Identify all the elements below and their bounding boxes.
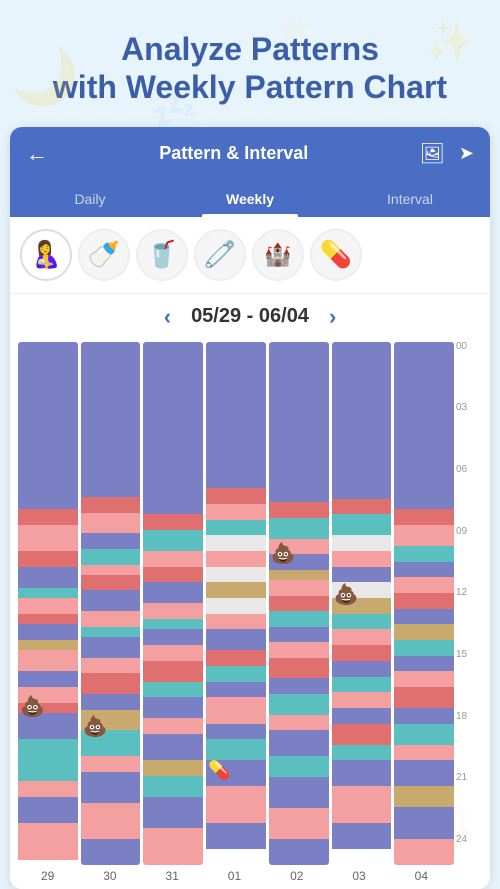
prev-date-button[interactable]: ‹ [164, 304, 171, 330]
day-labels-row: 29 30 31 01 02 03 04 [10, 865, 490, 889]
chart-col-31 [143, 342, 203, 865]
time-00: 00 [454, 342, 482, 352]
time-24: 24 [454, 835, 482, 845]
time-18: 18 [454, 712, 482, 722]
share-icon[interactable]: ➤ [459, 143, 474, 164]
time-09: 09 [454, 527, 482, 537]
app-header: ← Pattern & Interval 🖼 ➤ [10, 127, 490, 181]
category-breastfeed[interactable]: 🤱 [20, 229, 72, 281]
day-label-01: 01 [205, 869, 264, 883]
category-solid[interactable]: 🥤 [136, 229, 188, 281]
category-bottle[interactable]: 🍼 [78, 229, 130, 281]
category-sleep[interactable]: 🏰 [252, 229, 304, 281]
chart-container: 💩 [10, 338, 490, 865]
hero-section: Analyze Patternswith Weekly Pattern Char… [0, 0, 500, 127]
chart-col-02: 💩 [269, 342, 329, 865]
time-21: 21 [454, 773, 482, 783]
chart-col-30: 💩 [81, 342, 141, 865]
chart-col-29: 💩 [18, 342, 78, 865]
date-navigation: ‹ 05/29 - 06/04 › [10, 294, 490, 338]
time-03: 03 [454, 403, 482, 413]
tab-daily[interactable]: Daily [10, 181, 170, 217]
time-labels: 00 03 06 09 12 15 18 21 24 [454, 342, 482, 865]
header-title: Pattern & Interval [159, 143, 308, 164]
chart-columns: 💩 [18, 342, 454, 865]
next-date-button[interactable]: › [329, 304, 336, 330]
image-icon[interactable]: 🖼 [420, 141, 445, 166]
tab-weekly[interactable]: Weekly [170, 181, 330, 217]
chart-col-01: 💊 [206, 342, 266, 865]
day-label-03: 03 [329, 869, 388, 883]
hero-title: Analyze Patternswith Weekly Pattern Char… [20, 30, 480, 107]
tab-bar: Daily Weekly Interval [10, 181, 490, 217]
day-label-04: 04 [392, 869, 451, 883]
time-06: 06 [454, 465, 482, 475]
tab-interval[interactable]: Interval [330, 181, 490, 217]
day-label-29: 29 [18, 869, 77, 883]
time-12: 12 [454, 588, 482, 598]
category-icon-row: 🤱 🍼 🥤 🧷 🏰 💊 [10, 217, 490, 294]
category-diaper[interactable]: 🧷 [194, 229, 246, 281]
chart-col-04 [394, 342, 454, 865]
chart-col-03: 💩 [332, 342, 392, 865]
date-range-display: 05/29 - 06/04 [191, 305, 309, 328]
day-label-31: 31 [143, 869, 202, 883]
back-button[interactable]: ← [26, 141, 48, 167]
chart-area: 💩 [10, 338, 490, 889]
day-label-02: 02 [267, 869, 326, 883]
app-card: ← Pattern & Interval 🖼 ➤ Daily Weekly In… [10, 127, 490, 889]
time-15: 15 [454, 650, 482, 660]
category-medicine[interactable]: 💊 [310, 229, 362, 281]
header-icons: 🖼 ➤ [420, 141, 474, 166]
day-label-30: 30 [80, 869, 139, 883]
